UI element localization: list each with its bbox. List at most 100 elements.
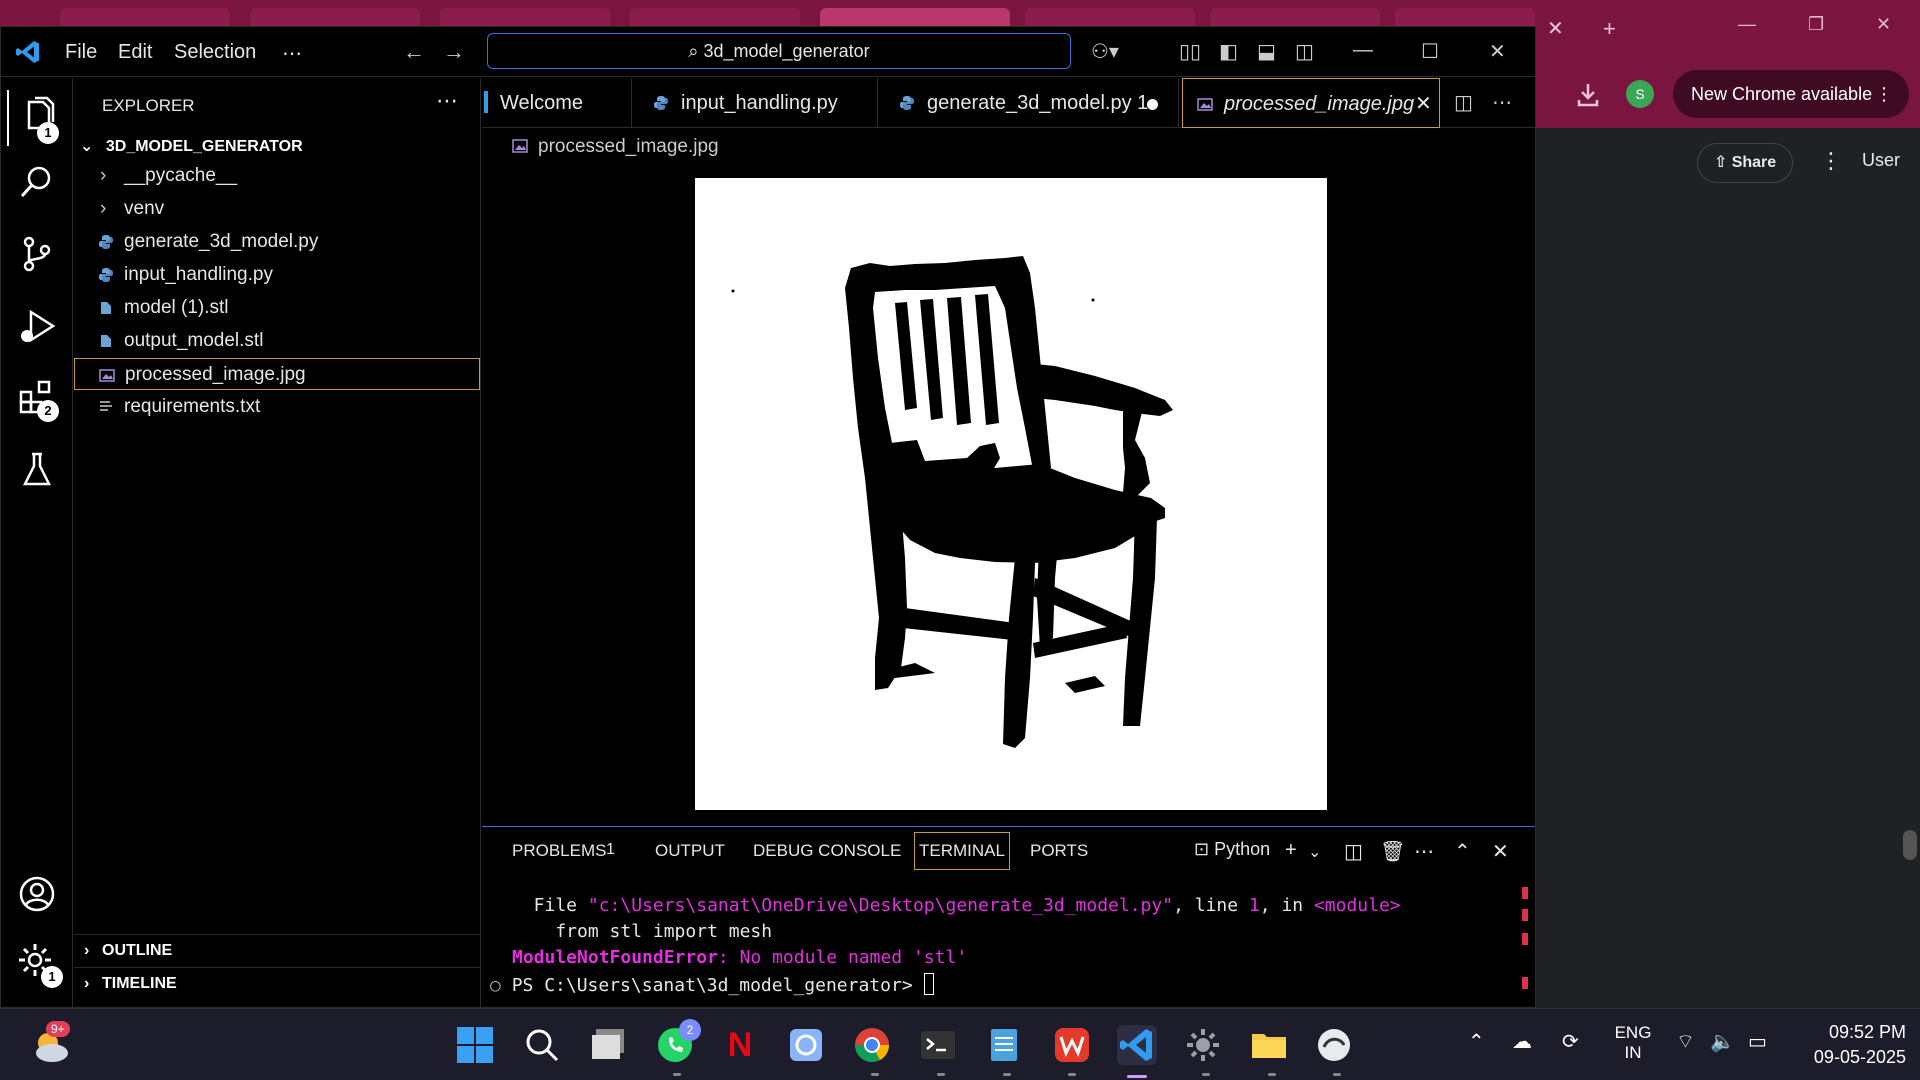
more-actions-icon[interactable]: ⋯ — [1414, 839, 1434, 864]
extensions-activity[interactable]: 2 — [17, 378, 59, 422]
toggle-secondary-sidebar-icon[interactable]: ◫ — [1295, 39, 1314, 64]
sync-icon[interactable]: ⟳ — [1562, 1029, 1579, 1054]
windows-start-icon[interactable] — [455, 1025, 495, 1065]
terminal-text: File — [512, 895, 588, 916]
menu-file[interactable]: File — [65, 41, 97, 64]
run-debug-icon[interactable] — [17, 306, 57, 346]
panel-tab-output[interactable]: OUTPUT — [655, 841, 725, 861]
panel-tab-terminal[interactable]: TERMINAL — [914, 832, 1010, 870]
source-control-icon[interactable] — [17, 234, 57, 274]
app-icon[interactable] — [786, 1025, 826, 1065]
download-icon[interactable] — [1573, 80, 1603, 110]
tab-generate-3d-model[interactable]: generate_3d_model.py 1 — [879, 78, 1179, 128]
back-arrow-icon[interactable]: ← — [403, 39, 425, 65]
tree-item-pycache[interactable]: › __pycache__ — [74, 160, 480, 192]
search-icon[interactable] — [522, 1025, 562, 1065]
terminal-app-icon[interactable] — [918, 1025, 958, 1065]
more-actions-icon[interactable]: ⋯ — [1492, 90, 1512, 115]
onedrive-icon[interactable]: ☁ — [1512, 1029, 1532, 1054]
breadcrumb[interactable]: processed_image.jpg — [512, 132, 719, 162]
problems-count-badge: 1 — [606, 841, 615, 858]
split-editor-icon[interactable]: ◫ — [1454, 90, 1473, 115]
wps-office-icon[interactable] — [1052, 1025, 1092, 1065]
workspace-folder[interactable]: ⌄ 3D_MODEL_GENERATOR — [80, 136, 303, 156]
netflix-icon[interactable]: N — [720, 1025, 760, 1065]
terminal-prompt-line[interactable]: ○ PS C:\Users\sanat\3d_model_generator> — [490, 973, 934, 996]
clock[interactable]: 09:52 PM 09-05-2025 — [1796, 1022, 1906, 1068]
chrome-profile-avatar[interactable]: S — [1626, 80, 1654, 108]
timeline-section[interactable]: › TIMELINE — [74, 967, 480, 999]
panel-tab-ports[interactable]: PORTS — [1030, 841, 1088, 861]
file-explorer-icon[interactable] — [1249, 1025, 1289, 1065]
notepad-icon[interactable] — [984, 1025, 1024, 1065]
wifi-icon[interactable]: ⌔ — [1676, 1029, 1695, 1054]
close-window-icon[interactable]: ✕ — [1489, 39, 1506, 64]
command-center-search[interactable]: ⌕ 3d_model_generator — [487, 33, 1071, 69]
terminal-shell-selector[interactable]: ⊡ Python — [1194, 839, 1270, 860]
user-menu[interactable]: User — [1862, 150, 1900, 171]
settings-gear-icon[interactable] — [1183, 1025, 1223, 1065]
chrome-new-tab-icon[interactable]: + — [1603, 16, 1616, 42]
close-tab-icon[interactable]: ✕ — [1415, 79, 1432, 129]
trash-icon[interactable]: 🗑 — [1380, 839, 1405, 864]
close-panel-icon[interactable]: ✕ — [1492, 839, 1509, 864]
menu-more[interactable]: ⋯ — [282, 41, 302, 66]
explorer-activity[interactable]: 1 — [7, 90, 67, 146]
forward-arrow-icon[interactable]: → — [443, 39, 465, 65]
share-button[interactable]: ⇧ Share — [1697, 143, 1793, 183]
tree-item-output-model-stl[interactable]: output_model.stl — [74, 325, 480, 357]
task-view-icon[interactable] — [588, 1025, 628, 1065]
panel-tab-debug-console[interactable]: DEBUG CONSOLE — [753, 841, 901, 861]
tree-item-label: model (1).stl — [124, 297, 229, 318]
chevron-right-icon: › — [100, 165, 107, 186]
tab-input-handling[interactable]: input_handling.py — [633, 78, 878, 128]
panel-tab-problems[interactable]: PROBLEMS — [512, 841, 606, 861]
tree-item-input-handling[interactable]: input_handling.py — [74, 259, 480, 291]
tree-item-generate-3d-model[interactable]: generate_3d_model.py — [74, 226, 480, 258]
new-terminal-icon[interactable]: + — [1285, 839, 1297, 862]
app-icon[interactable] — [1314, 1025, 1354, 1065]
vscode-taskbar-icon[interactable] — [1117, 1025, 1157, 1065]
toggle-sidebar-icon[interactable]: ◧ — [1219, 39, 1238, 64]
title-bar: File Edit Selection ⋯ ← → ⌕ 3d_model_gen… — [1, 27, 1535, 77]
chrome-update-button[interactable]: New Chrome available ⋮ — [1673, 70, 1909, 118]
close-window-icon[interactable]: ✕ — [1876, 14, 1891, 35]
maximize-icon[interactable]: ☐ — [1421, 39, 1439, 64]
restore-icon[interactable]: ❐ — [1808, 14, 1824, 35]
weather-widget[interactable]: 9+ — [28, 1021, 72, 1067]
kebab-menu-icon[interactable]: ⋮ — [1875, 70, 1893, 118]
menu-selection[interactable]: Selection — [174, 41, 256, 64]
maximize-panel-icon[interactable]: ⌃ — [1454, 839, 1471, 864]
menu-edit[interactable]: Edit — [118, 41, 152, 64]
testing-icon[interactable] — [17, 450, 57, 490]
tab-processed-image[interactable]: processed_image.jpg ✕ — [1182, 78, 1440, 128]
battery-icon[interactable]: ▭ — [1748, 1029, 1767, 1054]
tab-welcome[interactable]: Welcome — [482, 78, 632, 128]
unsaved-dot-icon[interactable] — [1147, 99, 1158, 110]
toggle-panel-icon[interactable]: ⬓ — [1257, 39, 1276, 64]
accounts-icon[interactable] — [17, 874, 57, 914]
explorer-more-icon[interactable]: ⋯ — [436, 88, 458, 114]
copilot-icon[interactable]: ⚇▾ — [1091, 39, 1119, 64]
customize-layout-icon[interactable]: ▯▯ — [1179, 39, 1201, 64]
whatsapp-app[interactable]: 2 — [655, 1019, 701, 1065]
split-terminal-icon[interactable]: ◫ — [1344, 839, 1363, 864]
volume-icon[interactable]: 🔈 — [1710, 1029, 1735, 1054]
chevron-up-icon[interactable]: ⌃ — [1468, 1029, 1485, 1054]
minimize-icon[interactable]: — — [1353, 39, 1373, 62]
outline-section[interactable]: › OUTLINE — [74, 934, 480, 966]
explorer-badge: 1 — [37, 122, 59, 144]
search-icon[interactable] — [17, 162, 57, 202]
tree-item-requirements[interactable]: requirements.txt — [74, 391, 480, 423]
tree-item-processed-image[interactable]: processed_image.jpg — [74, 358, 480, 390]
chrome-tab-close-icon[interactable]: ✕ — [1547, 16, 1564, 41]
tree-item-model-stl[interactable]: model (1).stl — [74, 292, 480, 324]
minimize-icon[interactable]: — — [1738, 14, 1756, 35]
kebab-menu-icon[interactable]: ⋮ — [1820, 148, 1842, 174]
tree-item-venv[interactable]: › venv — [74, 193, 480, 225]
language-indicator[interactable]: ENG IN — [1608, 1023, 1658, 1063]
chevron-down-icon[interactable]: ⌄ — [1308, 842, 1321, 862]
scrollbar-thumb[interactable] — [1903, 830, 1917, 860]
chrome-icon[interactable] — [852, 1025, 892, 1065]
manage-activity[interactable]: 1 — [17, 942, 63, 988]
